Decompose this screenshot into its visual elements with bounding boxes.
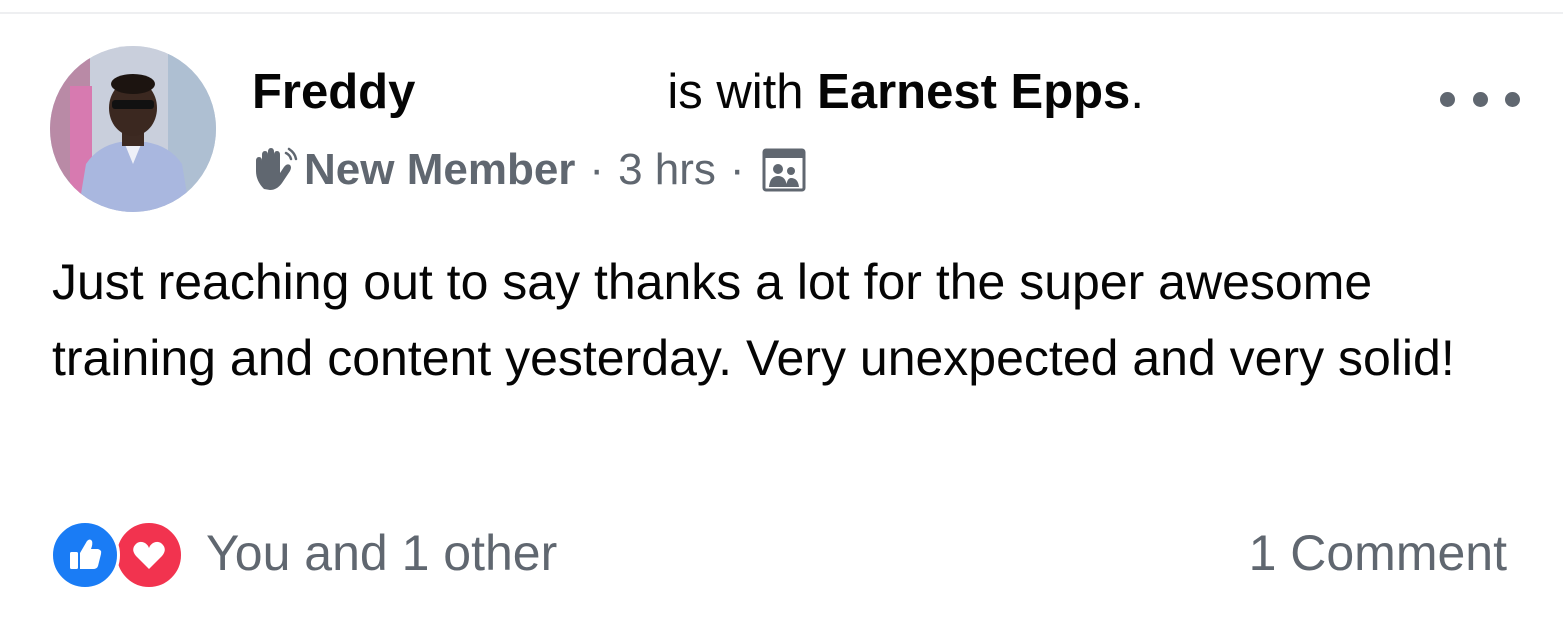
divider xyxy=(0,12,1563,14)
post-text: Just reaching out to say thanks a lot fo… xyxy=(52,254,1455,386)
separator: · xyxy=(589,145,605,194)
reaction-icons xyxy=(50,520,186,590)
with-text: is with xyxy=(667,65,804,119)
like-icon xyxy=(50,520,120,590)
comment-count[interactable]: 1 Comment xyxy=(1249,520,1507,586)
member-badge: New Member xyxy=(304,145,576,194)
author-name[interactable]: Freddy xyxy=(252,62,415,122)
more-dot xyxy=(1505,91,1520,107)
avatar-photo xyxy=(50,46,216,212)
more-dot xyxy=(1440,91,1455,107)
love-icon xyxy=(114,520,184,590)
author-line: Freddy is with Earnest Epps. xyxy=(252,62,1144,122)
period: . xyxy=(1130,65,1144,119)
waving-hand-icon xyxy=(250,147,298,193)
reactions-bar[interactable]: You and 1 other xyxy=(50,520,557,590)
reaction-summary[interactable]: You and 1 other xyxy=(206,524,557,582)
post-meta: New Member · 3 hrs · xyxy=(250,140,807,200)
avatar[interactable] xyxy=(50,46,216,212)
more-options-button[interactable] xyxy=(1440,84,1520,114)
group-members-icon[interactable] xyxy=(761,147,807,193)
separator: · xyxy=(729,145,745,194)
more-dot xyxy=(1472,91,1488,107)
tagged-user-name[interactable]: Earnest Epps xyxy=(817,65,1130,119)
timestamp[interactable]: 3 hrs xyxy=(618,145,716,195)
post-card: Freddy is with Earnest Epps. New Member ·… xyxy=(0,0,1563,619)
